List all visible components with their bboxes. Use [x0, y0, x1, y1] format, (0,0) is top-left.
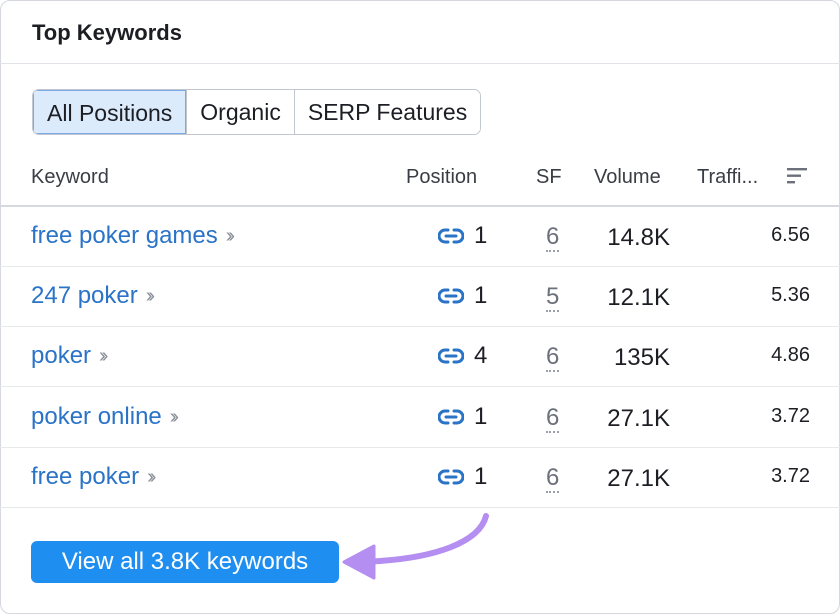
- position-value: 1: [474, 463, 488, 490]
- traffic-value: 3.72: [771, 405, 810, 427]
- view-all-keywords-button[interactable]: View all 3.8K keywords: [31, 541, 339, 583]
- row-divider: [0, 507, 840, 508]
- row-divider: [0, 326, 840, 327]
- traffic-value: 6.56: [771, 224, 810, 246]
- position-cell: 1: [438, 403, 487, 431]
- position-tabs: All Positions Organic SERP Features: [32, 89, 482, 135]
- column-header-keyword[interactable]: Keyword: [31, 166, 109, 189]
- table-row-keyword[interactable]: 247 poker ››: [31, 282, 156, 310]
- link-icon: [438, 228, 464, 244]
- chevron-right-icon[interactable]: ››: [170, 406, 180, 429]
- annotation-arrow-icon: [342, 513, 489, 580]
- traffic-value: 4.86: [771, 344, 810, 366]
- position-cell: 1: [438, 282, 487, 310]
- column-header-position[interactable]: Position: [406, 166, 477, 189]
- chevron-right-icon[interactable]: ››: [99, 345, 109, 368]
- keyword-link[interactable]: poker online: [31, 403, 162, 431]
- chevron-right-icon[interactable]: ››: [226, 225, 236, 248]
- link-icon: [438, 469, 464, 485]
- divider: [0, 63, 840, 64]
- table-row-keyword[interactable]: free poker games ››: [31, 222, 236, 250]
- volume-value: 12.1K: [607, 284, 670, 311]
- column-header-sf[interactable]: SF: [536, 166, 562, 189]
- position-cell: 1: [438, 463, 487, 491]
- chevron-right-icon[interactable]: ››: [146, 285, 156, 308]
- volume-value: 14.8K: [607, 224, 670, 251]
- table-row-keyword[interactable]: poker ››: [31, 342, 109, 370]
- traffic-value: 5.36: [771, 284, 810, 306]
- column-header-volume[interactable]: Volume: [594, 166, 661, 189]
- keyword-link[interactable]: poker: [31, 342, 91, 370]
- row-divider: [0, 386, 840, 387]
- row-divider: [0, 447, 840, 448]
- volume-value: 27.1K: [607, 465, 670, 492]
- position-cell: 4: [438, 342, 487, 370]
- position-value: 1: [474, 282, 488, 309]
- tab-organic[interactable]: Organic: [186, 90, 294, 134]
- position-value: 4: [474, 342, 488, 369]
- sort-icon[interactable]: [786, 166, 808, 186]
- position-cell: 1: [438, 222, 487, 250]
- traffic-value: 3.72: [771, 465, 810, 487]
- keyword-link[interactable]: 247 poker: [31, 282, 138, 310]
- volume-value: 27.1K: [607, 405, 670, 432]
- tab-serp-features[interactable]: SERP Features: [293, 90, 481, 134]
- column-header-traffic[interactable]: Traffi...: [697, 166, 758, 189]
- tab-all-positions[interactable]: All Positions: [33, 90, 187, 134]
- link-icon: [438, 409, 464, 425]
- table-row-keyword[interactable]: free poker ››: [31, 463, 157, 491]
- volume-value: 135K: [613, 344, 670, 371]
- keyword-link[interactable]: free poker games: [31, 222, 218, 250]
- link-icon: [438, 288, 464, 304]
- table-row-keyword[interactable]: poker online ››: [31, 403, 180, 431]
- link-icon: [438, 348, 464, 364]
- position-value: 1: [474, 403, 488, 430]
- keyword-link[interactable]: free poker: [31, 463, 139, 491]
- row-divider: [0, 266, 840, 267]
- widget-title: Top Keywords: [32, 20, 182, 45]
- position-value: 1: [474, 222, 488, 249]
- chevron-right-icon[interactable]: ››: [147, 466, 157, 489]
- header-divider: [0, 205, 840, 207]
